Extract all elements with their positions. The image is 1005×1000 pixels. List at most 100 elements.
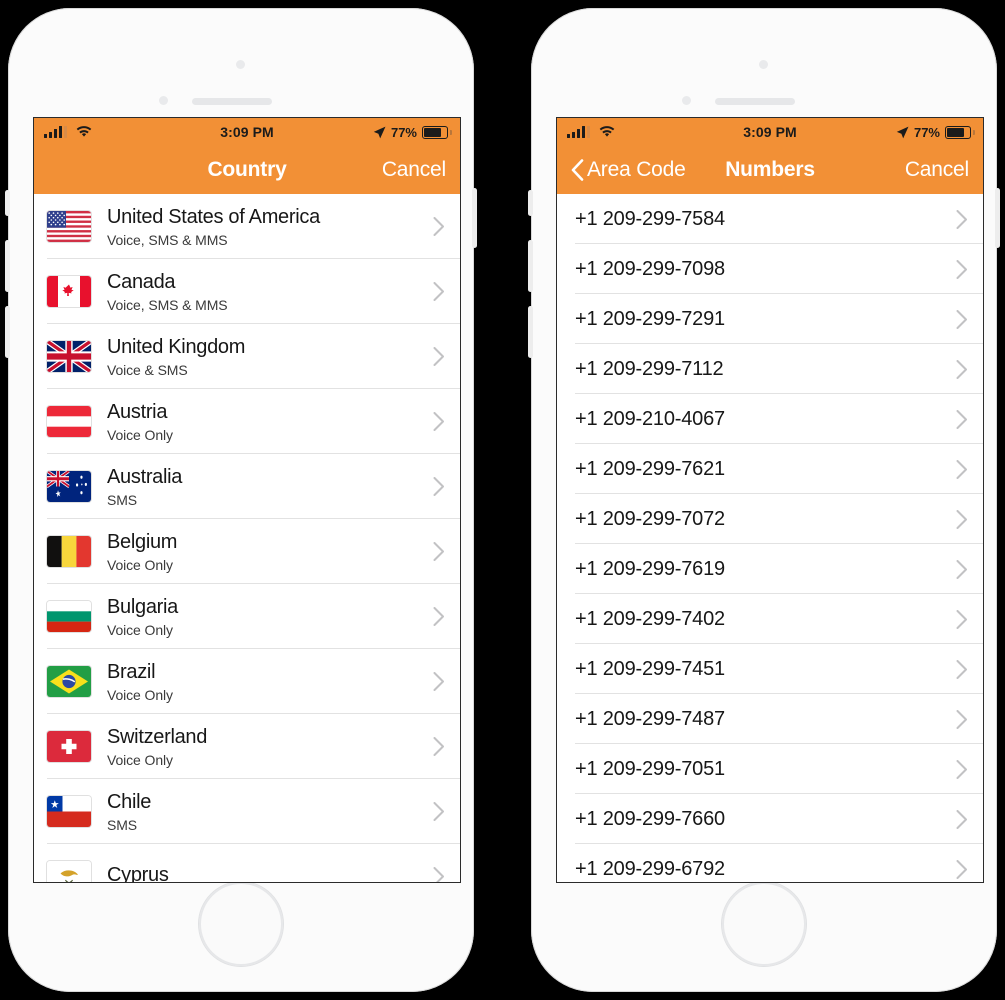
chevron-right-icon (956, 609, 967, 629)
row-text: Belgium Voice Only (107, 531, 433, 573)
chevron-right-icon (956, 759, 967, 779)
phone-number: +1 209-210-4067 (575, 407, 725, 430)
flag-icon-ca (47, 276, 91, 307)
row-text: Bulgaria Voice Only (107, 596, 433, 638)
cancel-button-right[interactable]: Cancel (905, 158, 969, 182)
table-row[interactable]: +1 209-299-7291 (557, 294, 983, 344)
front-camera-icon-right (759, 60, 768, 69)
table-row[interactable]: +1 209-299-7487 (557, 694, 983, 744)
table-row[interactable]: Cyprus (34, 844, 460, 883)
chevron-right-icon (433, 607, 444, 626)
flag-icon-bg (47, 601, 91, 632)
table-row[interactable]: +1 209-299-7402 (557, 594, 983, 644)
home-button-right[interactable] (722, 882, 806, 966)
phone-number: +1 209-299-7451 (575, 657, 725, 680)
table-row[interactable]: +1 209-299-6792 (557, 844, 983, 882)
navigation-bar-left: Country Cancel (34, 146, 460, 194)
country-name: Belgium (107, 530, 178, 553)
flag-icon-us (47, 211, 91, 242)
location-arrow-icon (896, 126, 909, 139)
country-list[interactable]: United States of America Voice, SMS & MM… (34, 194, 460, 883)
silent-switch-left[interactable] (5, 190, 10, 216)
silent-switch-right[interactable] (528, 190, 533, 216)
chevron-left-icon (571, 159, 584, 181)
volume-up-button-left[interactable] (5, 240, 10, 292)
row-text: Canada Voice, SMS & MMS (107, 271, 433, 313)
table-row[interactable]: +1 209-299-7072 (557, 494, 983, 544)
screenshot-stage: 3:09 PM 77% Country Cancel United States… (0, 0, 1005, 1000)
country-services: Voice Only (107, 686, 173, 703)
chevron-right-icon (956, 809, 967, 829)
cancel-button-left[interactable]: Cancel (382, 158, 446, 182)
country-name: United States of America (107, 205, 320, 228)
row-text: Switzerland Voice Only (107, 726, 433, 768)
table-row[interactable]: Australia SMS (34, 454, 460, 519)
phone-number: +1 209-299-7112 (575, 357, 724, 380)
volume-down-button-left[interactable] (5, 306, 10, 358)
chevron-right-icon (433, 282, 444, 301)
row-text: United States of America Voice, SMS & MM… (107, 206, 433, 248)
country-services: Voice, SMS & MMS (107, 296, 228, 313)
back-button-area-code[interactable]: Area Code (571, 158, 686, 182)
table-row[interactable]: United States of America Voice, SMS & MM… (34, 194, 460, 259)
table-row[interactable]: +1 209-299-7584 (557, 194, 983, 244)
table-row[interactable]: +1 209-299-7098 (557, 244, 983, 294)
power-button-left[interactable] (472, 188, 477, 248)
flag-icon-at (47, 406, 91, 437)
table-row[interactable]: United Kingdom Voice & SMS (34, 324, 460, 389)
home-button-left[interactable] (199, 882, 283, 966)
table-row[interactable]: Chile SMS (34, 779, 460, 844)
chevron-right-icon (433, 477, 444, 496)
back-button-label: Area Code (587, 158, 686, 181)
power-button-right[interactable] (995, 188, 1000, 248)
numbers-list[interactable]: +1 209-299-7584 +1 209-299-7098 +1 209-2… (557, 194, 983, 882)
country-services: Voice, SMS & MMS (107, 231, 228, 248)
navigation-bar-right: Area Code Numbers Cancel (557, 146, 983, 194)
chevron-right-icon (433, 672, 444, 691)
flag-icon-be (47, 536, 91, 567)
row-text: Cyprus (107, 864, 433, 883)
phone-number: +1 209-299-7051 (575, 757, 725, 780)
chevron-right-icon (433, 802, 444, 821)
chevron-right-icon (956, 659, 967, 679)
table-row[interactable]: +1 209-299-7051 (557, 744, 983, 794)
table-row[interactable]: Belgium Voice Only (34, 519, 460, 584)
table-row[interactable]: Brazil Voice Only (34, 649, 460, 714)
phone-number: +1 209-299-7098 (575, 257, 725, 280)
table-row[interactable]: Bulgaria Voice Only (34, 584, 460, 649)
phone-number: +1 209-299-7291 (575, 307, 725, 330)
country-name: Brazil (107, 660, 156, 683)
country-name: United Kingdom (107, 335, 246, 358)
table-row[interactable]: +1 209-299-7112 (557, 344, 983, 394)
table-row[interactable]: +1 209-299-7451 (557, 644, 983, 694)
flag-icon-ch (47, 731, 91, 762)
table-row[interactable]: +1 209-299-7619 (557, 544, 983, 594)
chevron-right-icon (433, 347, 444, 366)
chevron-right-icon (956, 559, 967, 579)
row-text: Chile SMS (107, 791, 433, 833)
table-row[interactable]: Switzerland Voice Only (34, 714, 460, 779)
volume-up-button-right[interactable] (528, 240, 533, 292)
chevron-right-icon (956, 509, 967, 529)
chevron-right-icon (433, 542, 444, 561)
table-row[interactable]: Canada Voice, SMS & MMS (34, 259, 460, 324)
location-arrow-icon (373, 126, 386, 139)
country-name: Austria (107, 400, 168, 423)
table-row[interactable]: +1 209-299-7660 (557, 794, 983, 844)
earpiece-speaker-left (192, 98, 272, 105)
volume-down-button-right[interactable] (528, 306, 533, 358)
phone-number: +1 209-299-7660 (575, 807, 725, 830)
status-bar-right-group: 77% (896, 125, 975, 140)
country-services: Voice Only (107, 621, 173, 638)
table-row[interactable]: Austria Voice Only (34, 389, 460, 454)
chevron-right-icon (956, 709, 967, 729)
chevron-right-icon (956, 459, 967, 479)
row-text: Austria Voice Only (107, 401, 433, 443)
battery-icon (945, 125, 975, 139)
country-name: Switzerland (107, 725, 208, 748)
table-row[interactable]: +1 209-210-4067 (557, 394, 983, 444)
country-name: Chile (107, 790, 152, 813)
chevron-right-icon (956, 409, 967, 429)
proximity-sensor-right (682, 96, 691, 105)
table-row[interactable]: +1 209-299-7621 (557, 444, 983, 494)
